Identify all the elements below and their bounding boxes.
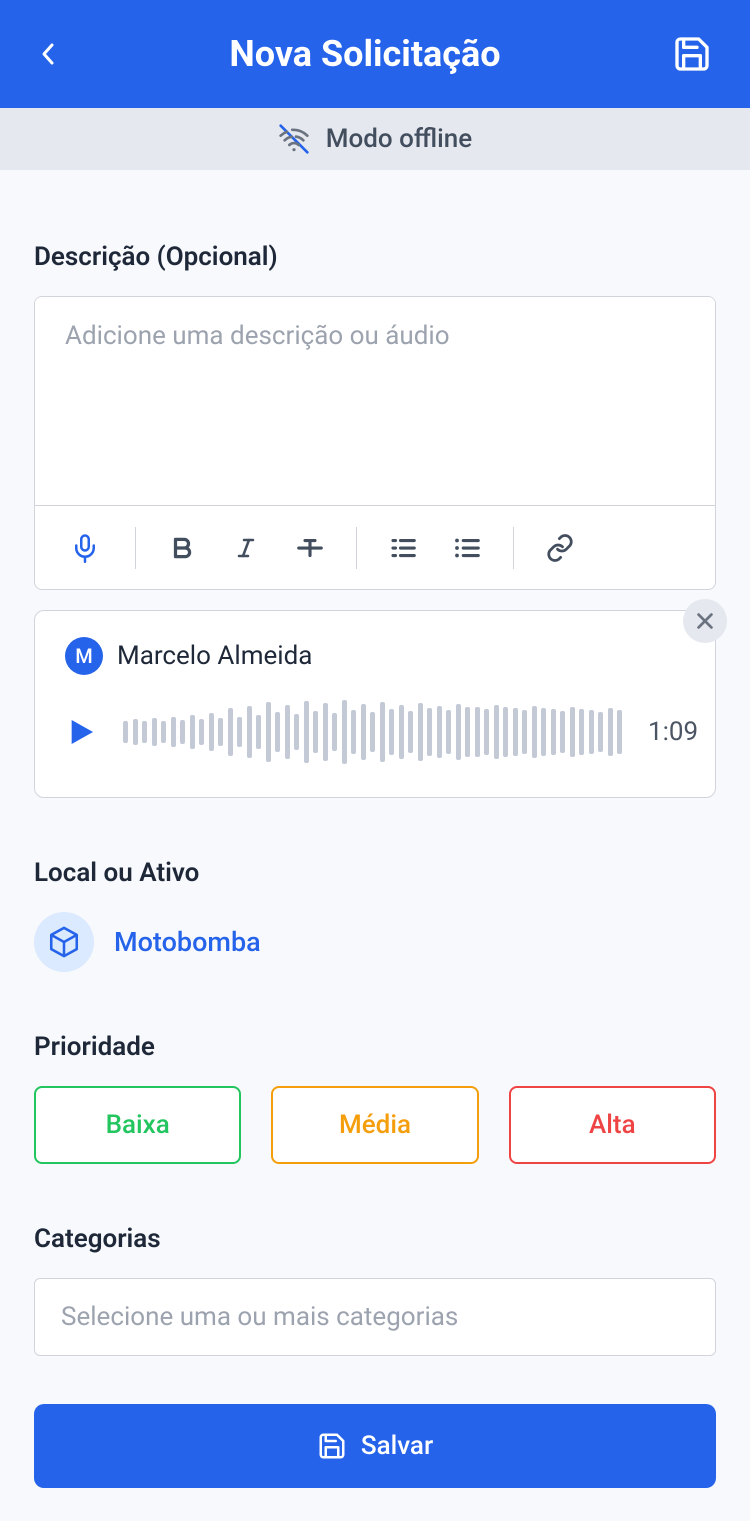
priority-label: Prioridade: [34, 1032, 716, 1062]
back-button[interactable]: [36, 42, 60, 66]
link-icon: [545, 533, 575, 563]
priority-high-button[interactable]: Alta: [509, 1086, 716, 1164]
asset-name: Motobomba: [114, 926, 261, 958]
categories-placeholder: Selecione uma ou mais categorias: [61, 1302, 458, 1332]
ordered-list-button[interactable]: [371, 520, 435, 576]
italic-button[interactable]: [214, 520, 278, 576]
priority-low-button[interactable]: Baixa: [34, 1086, 241, 1164]
categories-select[interactable]: Selecione uma ou mais categorias: [34, 1278, 716, 1356]
mic-icon: [70, 530, 100, 566]
priority-options: Baixa Média Alta: [34, 1086, 716, 1164]
toolbar-separator: [135, 527, 136, 569]
offline-banner: Modo offline: [0, 108, 750, 170]
description-input[interactable]: [35, 297, 715, 501]
cube-icon: [47, 925, 81, 959]
asset-icon-wrapper: [34, 912, 94, 972]
remove-audio-button[interactable]: [683, 599, 727, 643]
close-icon: [694, 610, 716, 632]
audio-duration: 1:09: [648, 717, 698, 747]
location-label: Local ou Ativo: [34, 858, 716, 888]
chevron-left-icon: [41, 42, 55, 66]
offline-label: Modo offline: [326, 124, 472, 154]
strikethrough-icon: [295, 533, 325, 563]
wifi-off-icon: [278, 123, 310, 155]
audio-attachment: M Marcelo Almeida 1:09: [34, 610, 716, 798]
save-icon: [317, 1431, 347, 1461]
header-save-button[interactable]: [670, 32, 714, 76]
priority-medium-button[interactable]: Média: [271, 1086, 478, 1164]
bold-icon: [169, 533, 195, 563]
editor-toolbar: [35, 505, 715, 589]
description-editor: [34, 296, 716, 590]
list-unordered-icon: [452, 533, 482, 563]
save-button-label: Salvar: [361, 1431, 433, 1461]
app-header: Nova Solicitação: [0, 0, 750, 108]
unordered-list-button[interactable]: [435, 520, 499, 576]
avatar: M: [65, 637, 103, 675]
italic-icon: [234, 533, 258, 563]
description-label: Descrição (Opcional): [34, 242, 716, 272]
list-ordered-icon: [388, 533, 418, 563]
audio-author-row: M Marcelo Almeida: [65, 637, 685, 675]
toolbar-separator: [513, 527, 514, 569]
toolbar-separator: [356, 527, 357, 569]
link-button[interactable]: [528, 520, 592, 576]
audio-player-row: 1:09: [65, 697, 685, 767]
play-icon: [65, 714, 97, 750]
strikethrough-button[interactable]: [278, 520, 342, 576]
save-button[interactable]: Salvar: [34, 1404, 716, 1488]
page-title: Nova Solicitação: [229, 33, 500, 75]
author-name: Marcelo Almeida: [117, 641, 312, 671]
categories-label: Categorias: [34, 1224, 716, 1254]
mic-button[interactable]: [53, 520, 117, 576]
play-button[interactable]: [65, 714, 97, 750]
bold-button[interactable]: [150, 520, 214, 576]
asset-selector[interactable]: Motobomba: [34, 912, 716, 972]
save-icon: [672, 34, 712, 74]
waveform[interactable]: [123, 697, 622, 767]
